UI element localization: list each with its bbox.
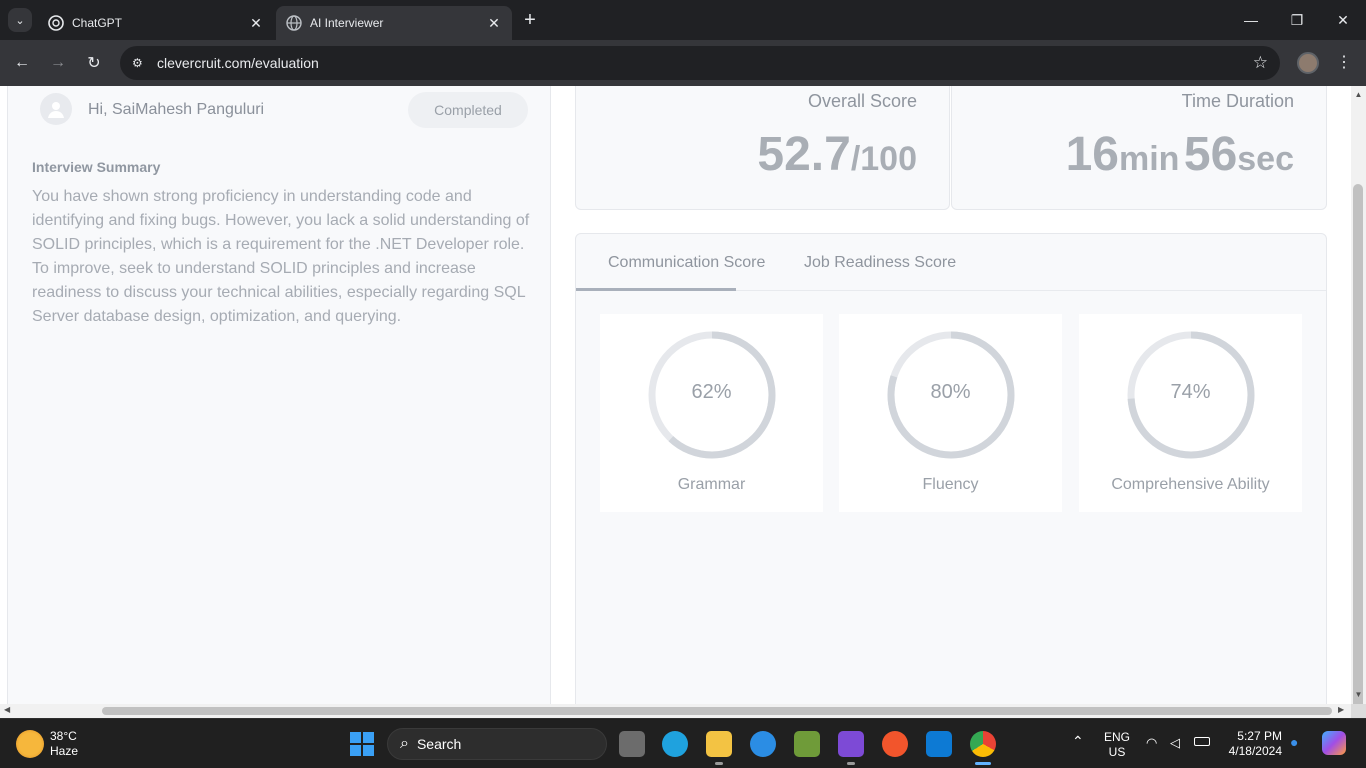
overall-score-max: /100 — [850, 140, 917, 178]
restore-icon[interactable]: ❐ — [1274, 0, 1320, 40]
tab-chatgpt[interactable]: ChatGPT ✕ — [38, 6, 274, 40]
active-tab-indicator — [576, 288, 736, 291]
fluency-label: Fluency — [922, 476, 979, 493]
close-window-icon[interactable]: ✕ — [1320, 0, 1366, 40]
overall-score-label: Overall Score — [807, 91, 917, 111]
comprehensive-ability-label: Comprehensive Ability — [1111, 476, 1270, 493]
metric-card-comprehensive-ability: 74% Comprehensive Ability — [1079, 314, 1302, 512]
back-icon[interactable]: ← — [10, 51, 34, 75]
minimize-icon[interactable]: — — [1228, 0, 1274, 40]
get-help-icon[interactable] — [750, 731, 776, 757]
vscode-icon[interactable] — [926, 731, 952, 757]
summary-text: You have shown strong proficiency in und… — [32, 188, 530, 325]
chrome-icon[interactable] — [970, 731, 996, 757]
language-code: ENG — [1104, 730, 1131, 744]
scroll-left-icon[interactable]: ◀ — [4, 705, 10, 714]
evaluation-tabs: Communication Score Job Readiness Score — [576, 234, 1326, 291]
region-code: US — [1108, 745, 1126, 759]
notification-bell-icon[interactable]: ● — [1290, 734, 1298, 750]
weather-widget[interactable]: 38°C Haze — [16, 729, 78, 759]
vertical-scroll-thumb[interactable] — [1353, 184, 1363, 736]
task-view-icon[interactable] — [619, 731, 645, 757]
grammar-label: Grammar — [677, 476, 746, 493]
visual-studio-icon[interactable] — [838, 731, 864, 757]
taskbar-search[interactable]: ⌕ Search — [387, 728, 607, 760]
tab-search-button[interactable]: ⌄ — [8, 8, 32, 32]
time-duration-label: Time Duration — [1181, 91, 1294, 111]
volume-icon[interactable]: ◁ — [1170, 735, 1180, 751]
grammar-percent: 62% — [691, 381, 732, 403]
metric-card-grammar: 62% Grammar — [600, 314, 823, 512]
tab-title: AI Interviewer — [310, 16, 384, 30]
close-tab-icon[interactable]: ✕ — [486, 15, 502, 32]
profile-avatar[interactable] — [1297, 52, 1319, 74]
tab-job-readiness-score[interactable]: Job Readiness Score — [804, 254, 956, 272]
horizontal-scroll-thumb[interactable] — [102, 707, 1332, 715]
candidate-panel: Hi, SaiMahesh Panguluri Completed Interv… — [7, 86, 551, 704]
time-duration-card: Time Duration 16min 56sec — [951, 86, 1327, 210]
haze-sun-icon — [16, 730, 44, 758]
site-info-icon[interactable]: ⚙ — [132, 56, 152, 70]
wifi-icon[interactable]: ◠ — [1146, 735, 1157, 751]
search-icon: ⌕ — [400, 735, 409, 752]
copilot-icon[interactable] — [1322, 731, 1346, 755]
weather-desc: Haze — [50, 744, 79, 758]
scroll-down-icon[interactable]: ▼ — [1351, 690, 1366, 699]
app-running-indicator — [847, 762, 855, 765]
tab-title: ChatGPT — [72, 16, 123, 30]
user-avatar-icon — [40, 93, 72, 125]
clock-date: 4/18/2024 — [1228, 744, 1282, 758]
scroll-up-icon[interactable]: ▲ — [1351, 90, 1366, 99]
more-menu-icon[interactable]: ⋮ — [1336, 52, 1352, 72]
horizontal-scrollbar[interactable]: ◀ ▶ — [0, 704, 1351, 718]
clock-time: 5:27 PM — [1237, 729, 1282, 743]
comprehensive-ability-percent: 74% — [1170, 381, 1211, 403]
taskbar: 38°C Haze ⌕ Search ⌃ ENG US ◠ ◁ 5:27 PM … — [0, 718, 1366, 768]
overall-score-value: 52.7/100 — [757, 127, 917, 182]
close-tab-icon[interactable]: ✕ — [248, 15, 264, 32]
reload-icon[interactable]: ↻ — [82, 51, 106, 75]
overall-score-number: 52.7 — [757, 128, 851, 181]
taskbar-search-label: Search — [416, 736, 462, 752]
duration-sec-unit: sec — [1237, 140, 1294, 178]
clock[interactable]: 5:27 PM 4/18/2024 — [1226, 729, 1282, 759]
app-running-indicator — [715, 762, 723, 765]
evaluation-panel: Communication Score Job Readiness Score … — [575, 233, 1327, 704]
duration-minutes: 16 — [1065, 128, 1119, 181]
browser-tab-strip: ⌄ ChatGPT ✕ AI Interviewer ✕ + — ❐ ✕ — [0, 0, 1366, 40]
postman-icon[interactable] — [882, 731, 908, 757]
tab-ai-interviewer[interactable]: AI Interviewer ✕ — [276, 6, 512, 40]
battery-icon[interactable] — [1194, 737, 1210, 746]
chatgpt-icon — [48, 15, 64, 31]
duration-min-unit: min — [1118, 140, 1180, 178]
forward-icon[interactable]: → — [46, 51, 70, 75]
windows-start-icon[interactable] — [350, 732, 374, 756]
metric-card-fluency: 80% Fluency — [839, 314, 1062, 512]
app-active-indicator — [975, 762, 991, 765]
weather-temp: 38°C — [50, 729, 77, 743]
tab-communication-score[interactable]: Communication Score — [608, 254, 765, 272]
greeting-text: Hi, SaiMahesh Panguluri — [88, 101, 265, 118]
overall-score-card: Overall Score 52.7/100 — [575, 86, 950, 210]
scroll-corner — [1351, 704, 1366, 718]
status-badge: Completed — [408, 92, 528, 128]
new-tab-button[interactable]: + — [518, 8, 542, 32]
file-explorer-icon[interactable] — [706, 731, 732, 757]
page-viewport: Hi, SaiMahesh Panguluri Completed Interv… — [0, 86, 1351, 704]
input-language[interactable]: ENG US — [1104, 730, 1130, 760]
time-duration-value: 16min 56sec — [1066, 127, 1294, 182]
url-text: clevercruit.com/evaluation — [157, 55, 319, 71]
show-hidden-icons-icon[interactable]: ⌃ — [1072, 733, 1084, 750]
edge-icon[interactable] — [662, 731, 688, 757]
address-bar[interactable]: ⚙ clevercruit.com/evaluation ☆ — [120, 46, 1280, 80]
duration-seconds: 56 — [1183, 128, 1238, 181]
globe-icon — [286, 15, 302, 31]
scroll-right-icon[interactable]: ▶ — [1338, 705, 1344, 714]
fluency-percent: 80% — [930, 381, 971, 403]
vertical-scrollbar[interactable]: ▲ ▼ — [1351, 86, 1366, 736]
summary-heading: Interview Summary — [32, 159, 161, 175]
snipping-tool-icon[interactable] — [794, 731, 820, 757]
bookmark-star-icon[interactable]: ☆ — [1253, 53, 1268, 73]
